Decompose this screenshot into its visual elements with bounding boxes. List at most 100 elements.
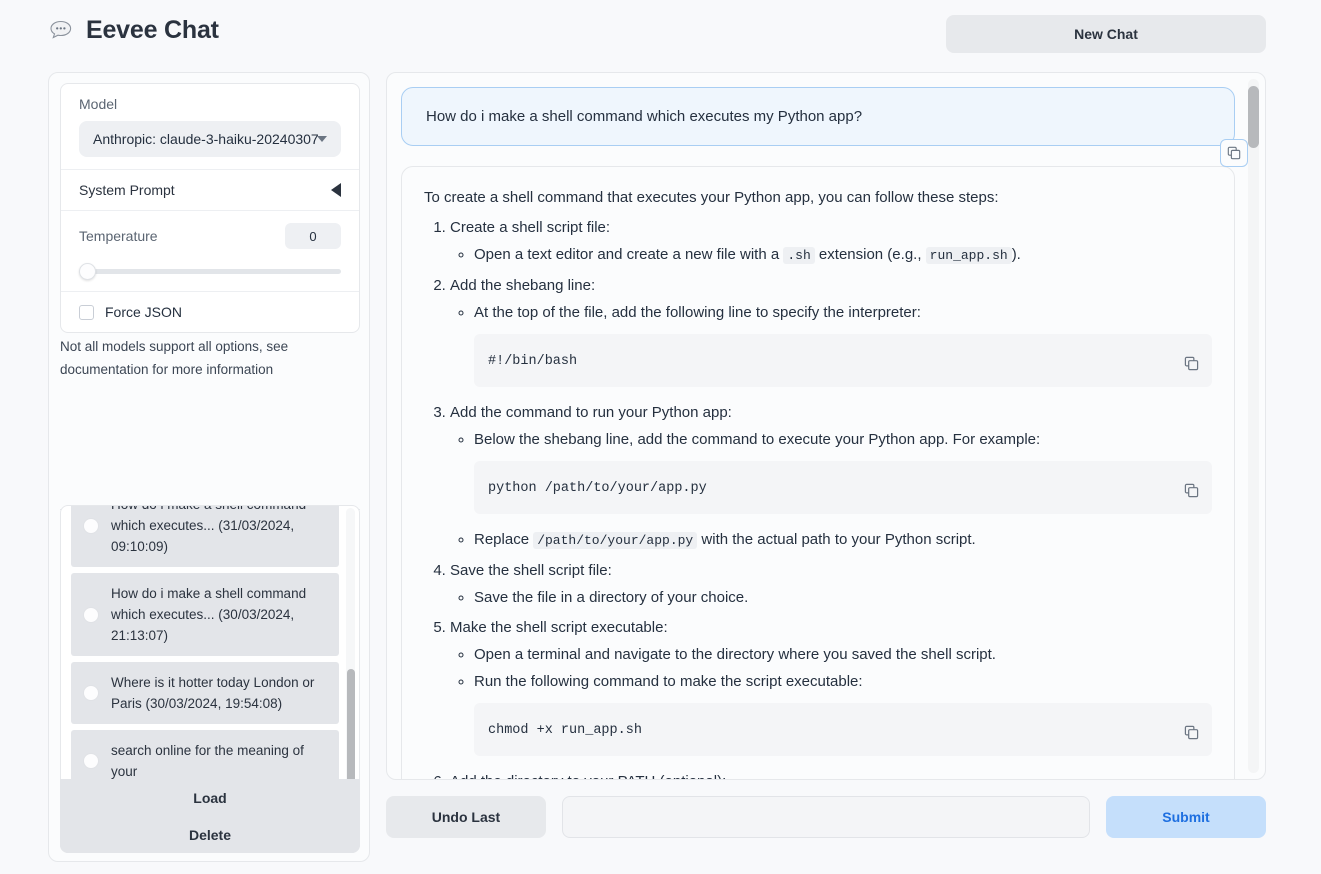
assistant-steps: Create a shell script file: Open a text e… <box>424 214 1212 779</box>
app-header: Eevee Chat New Chat <box>0 0 1321 64</box>
radio-icon[interactable] <box>83 685 99 701</box>
inline-code: run_app.sh <box>925 247 1012 264</box>
step-title: Make the shell script executable: <box>450 619 668 636</box>
step-subitem: Open a text editor and create a new file… <box>474 241 1212 269</box>
delete-button[interactable]: Delete <box>60 816 360 853</box>
step-item: Create a shell script file: Open a text e… <box>450 214 1212 269</box>
inline-code: .sh <box>783 247 815 264</box>
load-button[interactable]: Load <box>60 779 360 816</box>
step-item: Save the shell script file: Save the file… <box>450 557 1212 611</box>
code-block-text: python /path/to/your/app.py <box>488 481 707 496</box>
list-item[interactable]: How do i make a shell command which exec… <box>71 506 339 567</box>
step-item: Make the shell script executable: Open a … <box>450 614 1212 756</box>
step-title: Save the shell script file: <box>450 562 612 579</box>
slider-track <box>79 269 341 274</box>
assistant-message: To create a shell command that executes … <box>401 166 1235 779</box>
step-sublist: Save the file in a directory of your cho… <box>450 584 1212 611</box>
copy-icon[interactable] <box>1184 480 1200 497</box>
system-prompt-label: System Prompt <box>79 182 175 198</box>
model-select-value: Anthropic: claude-3-haiku-20240307 <box>93 131 319 147</box>
step-subitem: Below the shebang line, add the command … <box>474 426 1212 514</box>
text-run: At the top of the file, add the followin… <box>474 304 921 321</box>
temperature-label: Temperature <box>79 228 158 244</box>
chat-panel: How do i make a shell command which exec… <box>386 72 1266 780</box>
text-run: Open a terminal and navigate to the dire… <box>474 646 996 663</box>
step-subitem: Save the file in a directory of your cho… <box>474 584 1212 611</box>
step-subitem: Run the following command to make the sc… <box>474 668 1212 756</box>
text-run: with the actual path to your Python scri… <box>697 531 976 548</box>
step-title: Add the shebang line: <box>450 277 596 294</box>
copy-icon[interactable] <box>1184 353 1200 370</box>
list-item-label: Where is it hotter today London or Paris… <box>111 675 315 711</box>
sidebar: Model Anthropic: claude-3-haiku-20240307… <box>48 72 370 862</box>
text-run: Replace <box>474 531 534 548</box>
radio-icon[interactable] <box>83 606 99 623</box>
temperature-row: Temperature 0 <box>61 211 359 292</box>
history-items: How do i make a shell command which exec… <box>71 506 339 798</box>
step-subitem: Replace /path/to/your/app.py with the ac… <box>474 526 1212 554</box>
radio-icon[interactable] <box>83 753 99 769</box>
model-row: Model Anthropic: claude-3-haiku-20240307 <box>61 84 359 170</box>
step-sublist: Below the shebang line, add the command … <box>450 426 1212 554</box>
step-item: Add the shebang line: At the top of the f… <box>450 272 1212 387</box>
prompt-input[interactable] <box>562 796 1090 838</box>
text-run: ). <box>1011 246 1021 263</box>
text-run: Open a text editor and create a new file… <box>474 246 784 263</box>
code-block: python /path/to/your/app.py <box>474 461 1212 514</box>
slider-thumb[interactable] <box>79 263 96 280</box>
text-run: extension (e.g., <box>814 246 926 263</box>
step-title: Create a shell script file: <box>450 219 611 236</box>
radio-icon[interactable] <box>83 517 99 534</box>
new-chat-button[interactable]: New Chat <box>946 15 1266 53</box>
options-note: Not all models support all options, see … <box>60 339 289 377</box>
list-item[interactable]: How do i make a shell command which exec… <box>71 573 339 656</box>
step-item: Add the command to run your Python app: B… <box>450 399 1212 554</box>
step-sublist: Open a terminal and navigate to the dire… <box>450 641 1212 756</box>
inline-code: /path/to/your/app.py <box>533 532 698 549</box>
force-json-label: Force JSON <box>105 304 183 320</box>
undo-last-button[interactable]: Undo Last <box>386 796 546 838</box>
submit-button[interactable]: Submit <box>1106 796 1266 838</box>
step-item: Add the directory to your PATH (optional… <box>450 768 1212 779</box>
chevron-down-icon <box>317 136 327 142</box>
force-json-row: Force JSON <box>61 292 359 332</box>
history-actions: Load Delete <box>60 779 360 853</box>
step-title: Add the command to run your Python app: <box>450 404 732 421</box>
step-title: Add the directory to your PATH (optional… <box>450 773 726 779</box>
user-message-text: How do i make a shell command which exec… <box>426 108 863 125</box>
list-item-label: How do i make a shell command which exec… <box>111 586 307 643</box>
step-subitem: At the top of the file, add the followin… <box>474 299 1212 387</box>
triangle-left-icon[interactable] <box>331 183 341 197</box>
text-run: Run the following command to make the sc… <box>474 673 863 690</box>
chat-scroll-area: How do i make a shell command which exec… <box>387 73 1249 779</box>
list-item[interactable]: Where is it hotter today London or Paris… <box>71 662 339 724</box>
model-select[interactable]: Anthropic: claude-3-haiku-20240307 <box>79 121 341 157</box>
chat-scrollbar-thumb[interactable] <box>1248 85 1259 149</box>
text-run: Save the file in a directory of your cho… <box>474 589 749 606</box>
code-block-text: chmod +x run_app.sh <box>488 723 642 738</box>
code-block-text: #!/bin/bash <box>488 354 578 369</box>
speech-bubble-icon <box>48 18 74 44</box>
step-sublist: At the top of the file, add the followin… <box>450 299 1212 387</box>
text-run: Below the shebang line, add the command … <box>474 431 1041 448</box>
force-json-toggle[interactable]: Force JSON <box>79 304 341 320</box>
temperature-slider[interactable] <box>79 263 341 280</box>
page-title: Eevee Chat <box>86 16 219 44</box>
model-options-card: Model Anthropic: claude-3-haiku-20240307… <box>60 83 360 333</box>
step-subitem: Open a terminal and navigate to the dire… <box>474 641 1212 668</box>
list-item-label: search online for the meaning of your <box>111 743 304 779</box>
step-sublist: Open a text editor and create a new file… <box>450 241 1212 269</box>
list-item-label: How do i make a shell command which exec… <box>111 506 306 554</box>
copy-icon[interactable] <box>1220 139 1248 167</box>
assistant-intro: To create a shell command that executes … <box>424 189 999 206</box>
model-label: Model <box>79 96 118 112</box>
temperature-value[interactable]: 0 <box>285 223 341 249</box>
copy-icon[interactable] <box>1184 722 1200 739</box>
chat-scrollbar-track[interactable] <box>1248 79 1259 773</box>
code-block: chmod +x run_app.sh <box>474 703 1212 756</box>
code-block: #!/bin/bash <box>474 334 1212 387</box>
user-message: How do i make a shell command which exec… <box>401 87 1248 167</box>
force-json-checkbox[interactable] <box>79 304 94 320</box>
system-prompt-row[interactable]: System Prompt <box>61 170 359 211</box>
brand: Eevee Chat <box>48 16 219 45</box>
